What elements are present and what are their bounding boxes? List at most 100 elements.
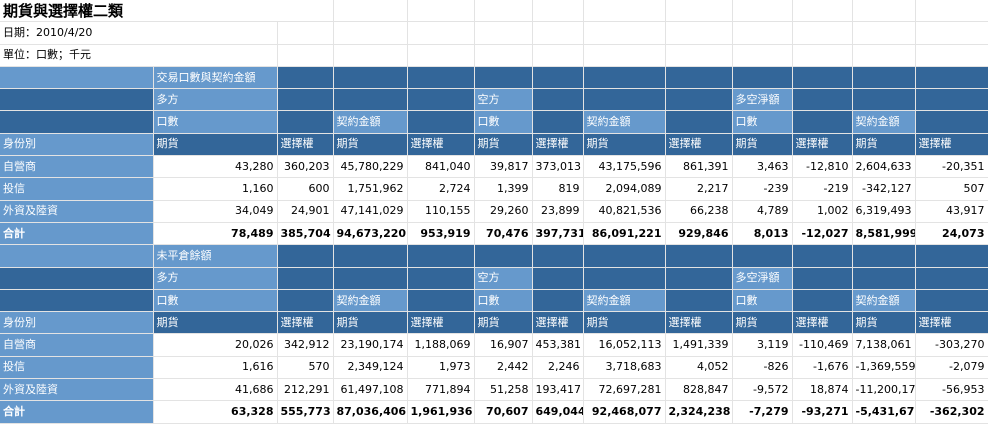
value-cell: 16,052,113 [583, 333, 666, 357]
section-header-row: 交易口數與契約金額 [0, 66, 988, 90]
value-cell: 23,190,174 [333, 333, 408, 357]
header-fill [792, 244, 853, 268]
value-cell: 43,175,596 [583, 155, 666, 179]
value-cell: 66,238 [665, 200, 733, 223]
identity-name: 投信 [0, 356, 154, 380]
header-fill [852, 267, 916, 290]
value-cell: 507 [915, 177, 988, 201]
value-cell: 24,901 [277, 200, 334, 223]
value-cell: 2,604,633 [852, 155, 916, 179]
options-label: 選擇權 [915, 311, 988, 335]
long-side-label: 多方 [153, 267, 278, 290]
identity-label: 身份別 [0, 133, 154, 157]
value-cell: 39,817 [474, 155, 533, 179]
short-side-label: 空方 [474, 88, 533, 112]
value-cell: 649,044 [532, 400, 584, 424]
value-cell: -342,127 [852, 177, 916, 201]
value-cell: 828,847 [665, 378, 733, 402]
value-cell: 1,616 [153, 356, 278, 380]
page-title: 期貨與選擇權二類 [0, 0, 334, 23]
side-header-row: 多方 空方 多空淨額 [0, 267, 988, 290]
value-cell: 47,141,029 [333, 200, 408, 223]
section-label: 交易口數與契約金額 [153, 66, 278, 90]
unit-row: 單位：口數；千元 [0, 44, 988, 67]
value-cell: 2,724 [407, 177, 475, 201]
header-fill [583, 267, 666, 290]
value-cell: 360,203 [277, 155, 334, 179]
table-row: 外資及陸資 34,049 24,901 47,141,029 110,155 29,260… [0, 200, 988, 223]
futures-label: 期貨 [333, 311, 408, 335]
value-cell: -11,200,173 [852, 378, 916, 402]
value-cell: 3,119 [732, 333, 793, 357]
header-fill [915, 66, 988, 90]
value-cell: -5,431,671 [852, 400, 916, 424]
value-cell: 1,973 [407, 356, 475, 380]
options-label: 選擇權 [277, 133, 334, 157]
contracts-label: 口數 [732, 110, 793, 134]
value-cell: -2,079 [915, 356, 988, 380]
value-cell: 1,399 [474, 177, 533, 201]
header-fill [532, 244, 584, 268]
header-fill [277, 289, 334, 313]
header-fill [532, 66, 584, 90]
options-label: 選擇權 [532, 311, 584, 335]
identity-label: 身份別 [0, 311, 154, 335]
value-cell: 861,391 [665, 155, 733, 179]
header-fill [732, 244, 793, 268]
net-label: 多空淨額 [732, 88, 793, 112]
value-cell: 110,155 [407, 200, 475, 223]
value-cell: 771,894 [407, 378, 475, 402]
value-cell: 6,319,493 [852, 200, 916, 223]
options-label: 選擇權 [532, 133, 584, 157]
value-cell: 63,328 [153, 400, 278, 424]
table-row: 投信 1,616 570 2,349,124 1,973 2,442 2,246 3,718,… [0, 356, 988, 380]
table-row: 自營商 20,026 342,912 23,190,174 1,188,069 16,90… [0, 333, 988, 357]
header-fill [474, 244, 533, 268]
header-blank [0, 88, 154, 112]
futures-label: 期貨 [852, 311, 916, 335]
short-side-label: 空方 [474, 267, 533, 290]
value-cell: 40,821,536 [583, 200, 666, 223]
header-blank [0, 267, 154, 290]
value-cell: 841,040 [407, 155, 475, 179]
value-cell: 94,673,220 [333, 222, 408, 246]
contracts-label: 口數 [474, 289, 533, 313]
net-label: 多空淨額 [732, 267, 793, 290]
header-fill [474, 66, 533, 90]
header-fill [665, 110, 733, 134]
header-fill [583, 244, 666, 268]
options-label: 選擇權 [665, 133, 733, 157]
futures-label: 期貨 [153, 133, 278, 157]
value-cell: 929,846 [665, 222, 733, 246]
header-fill [915, 267, 988, 290]
header-blank [0, 66, 154, 90]
value-cell: 342,912 [277, 333, 334, 357]
table-row: 自營商 43,280 360,203 45,780,229 841,040 39,817 3… [0, 155, 988, 179]
header-fill [852, 88, 916, 112]
table-row: 投信 1,160 600 1,751,962 2,724 1,399 819 2,094,08… [0, 177, 988, 201]
identity-name: 外資及陸資 [0, 200, 154, 223]
value-cell: 23,899 [532, 200, 584, 223]
header-blank [0, 244, 154, 268]
header-fill [792, 66, 853, 90]
measure-header-row: 口數 契約金額 口數 契約金額 口數 契約金額 [0, 289, 988, 313]
value-cell: 397,731 [532, 222, 584, 246]
value-cell: 1,188,069 [407, 333, 475, 357]
header-fill [407, 110, 475, 134]
title-row: 期貨與選擇權二類 [0, 0, 988, 23]
header-fill [852, 244, 916, 268]
header-blank [0, 289, 154, 313]
value-cell: 43,917 [915, 200, 988, 223]
header-fill [583, 88, 666, 112]
header-fill [792, 110, 853, 134]
value-cell: 212,291 [277, 378, 334, 402]
value-cell: 72,697,281 [583, 378, 666, 402]
value-cell: 43,280 [153, 155, 278, 179]
futures-label: 期貨 [474, 311, 533, 335]
identity-name: 投信 [0, 177, 154, 201]
header-fill [665, 289, 733, 313]
value-cell: 8,581,999 [852, 222, 916, 246]
section-header-row: 未平倉餘額 [0, 244, 988, 268]
spreadsheet: 期貨與選擇權二類 日期：2010/4/20 單位：口數；千元 交易口數與契約金額… [0, 0, 988, 424]
header-fill [792, 267, 853, 290]
